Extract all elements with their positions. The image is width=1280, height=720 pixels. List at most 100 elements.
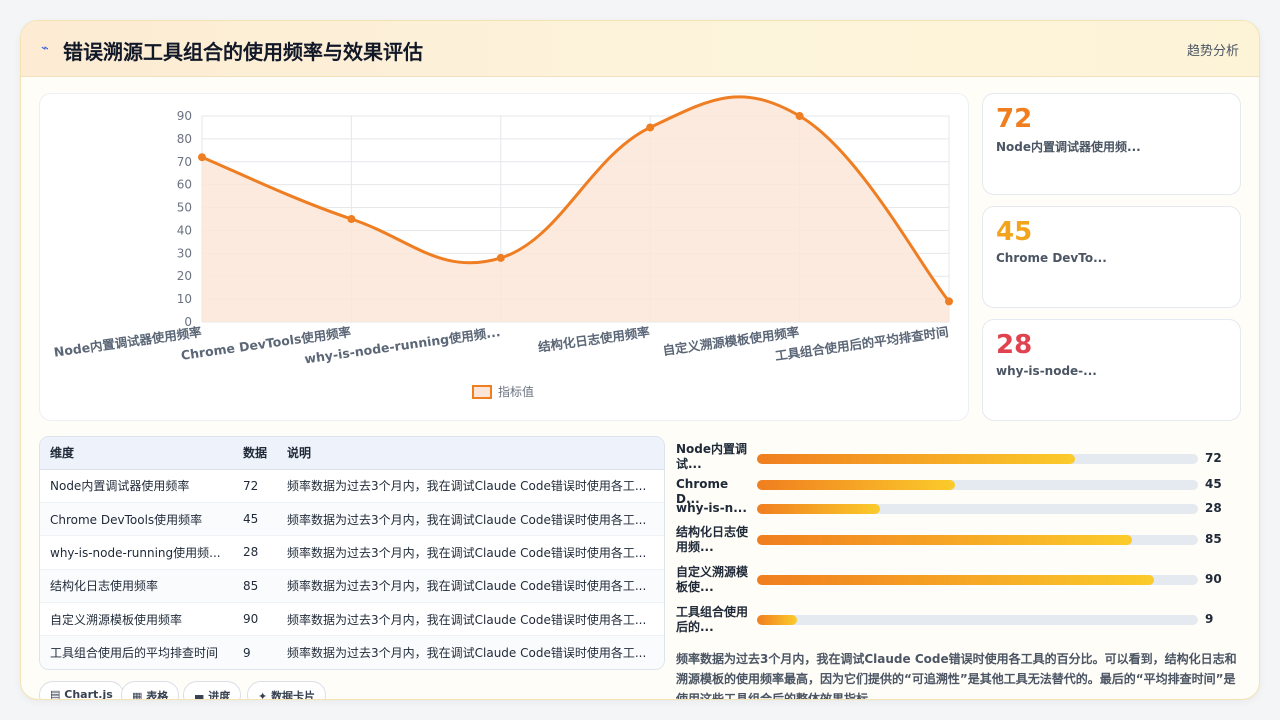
y-tick-label: 90 [177,109,192,123]
stat-value: 72 [996,104,1033,134]
tab-label: 数据卡片 [271,690,316,700]
table-cell: Chrome DevTools使用频率 [40,502,233,537]
data-point[interactable] [198,153,206,162]
tab-table[interactable]: ▦ 表格 [121,681,180,700]
y-tick-label: 20 [177,269,192,283]
progress-row: Node内置调试... 72 [676,442,1241,472]
table-row: why-is-node-running使用频... 28 频率数据为过去3个月内… [40,535,664,570]
data-table-card: 维度 数据 说明 Node内置调试器使用频率 72 频率数据为过去3个月内，我在… [39,436,665,670]
stat-label: Node内置调试器使用频... [996,140,1141,154]
sparkle-icon: ✦ [258,690,268,700]
progress-value: 45 [1205,477,1222,491]
tab-label: 表格 [146,690,169,700]
pulse-icon: ⌁ [41,41,49,56]
tab-label: 进度 [208,690,231,700]
progress-row: 结构化日志使用频... 85 [676,525,1241,555]
progress-fill [757,535,1132,545]
table-row: Chrome DevTools使用频率 45 频率数据为过去3个月内，我在调试C… [40,502,664,537]
tab-label: Chart.js [64,688,113,700]
progress-value: 72 [1205,451,1222,465]
progress-value: 28 [1205,501,1222,515]
data-point[interactable] [646,123,655,132]
table-row: Node内置调试器使用频率 72 频率数据为过去3个月内，我在调试Claude … [40,469,664,503]
data-table: 维度 数据 说明 Node内置调试器使用频率 72 频率数据为过去3个月内，我在… [40,437,664,669]
data-point[interactable] [795,112,804,120]
table-cell: 频率数据为过去3个月内，我在调试Claude Code错误时使用各工... [277,469,664,503]
table-cell: 结构化日志使用频率 [40,569,233,604]
page-title: 错误溯源工具组合的使用频率与效果评估 [63,40,423,64]
table-cell: why-is-node-running使用频... [40,535,233,570]
trend-analysis-link[interactable]: 趋势分析 [1187,40,1239,59]
description-text: 频率数据为过去3个月内，我在调试Claude Code错误时使用各工具的百分比。… [676,652,1237,700]
stat-label: why-is-node-... [996,364,1097,378]
series-area [202,96,949,322]
table-cell: 72 [233,469,277,503]
progress-track [757,615,1198,625]
table-cell: 频率数据为过去3个月内，我在调试Claude Code错误时使用各工... [277,602,664,637]
stat-card-2: 45 Chrome DevTo... [982,206,1241,308]
progress-label: 自定义溯源模板使... [676,565,749,594]
x-tick-label: 工具组合使用后的平均排查时间 [774,324,949,363]
tab-progress[interactable]: ▬ 进度 [183,681,242,700]
progress-label: Node内置调试... [676,442,748,471]
table-header-row: 维度 数据 说明 [40,437,664,470]
y-tick-label: 70 [177,155,192,169]
progress-row: 自定义溯源模板使... 90 [676,565,1241,595]
legend-label[interactable]: 指标值 [498,384,534,399]
progress-label: why-is-n... [676,501,747,515]
data-point[interactable] [945,297,953,306]
y-tick-label: 50 [177,201,192,215]
table-cell: 90 [233,602,277,637]
legend-swatch[interactable] [472,385,492,399]
column-header-dimension[interactable]: 维度 [40,437,233,470]
dashboard-panel: ⌁ 错误溯源工具组合的使用频率与效果评估 趋势分析 0 10 20 30 40 50 60 7… [20,20,1260,700]
progress-track [757,504,1198,514]
progress-track [757,480,1198,490]
table-cell: Node内置调试器使用频率 [40,469,233,503]
table-cell: 频率数据为过去3个月内，我在调试Claude Code错误时使用各工... [277,635,664,669]
stat-card-3: 28 why-is-node-... [982,319,1241,421]
progress-label: 工具组合使用后的... [676,605,749,634]
y-tick-label: 30 [177,246,192,260]
y-tick-label: 80 [177,132,192,146]
progress-icon: ▬ [194,690,205,700]
table-cell: 自定义溯源模板使用频率 [40,602,233,637]
stat-label: Chrome DevTo... [996,251,1107,265]
table-cell: 频率数据为过去3个月内，我在调试Claude Code错误时使用各工... [277,502,664,537]
table-row: 工具组合使用后的平均排查时间 9 频率数据为过去3个月内，我在调试Claude … [40,635,664,669]
progress-value: 9 [1205,612,1214,626]
progress-value: 85 [1205,532,1222,546]
progress-row: 工具组合使用后的... 9 [676,605,1241,635]
stat-value: 28 [996,330,1033,360]
table-cell: 9 [233,635,277,669]
progress-label: 结构化日志使用频... [676,525,749,554]
tab-data-cards[interactable]: ✦ 数据卡片 [247,681,327,700]
progress-fill [757,480,956,490]
progress-track [757,575,1198,585]
data-point[interactable] [496,253,505,262]
table-row: 结构化日志使用频率 85 频率数据为过去3个月内，我在调试Claude Code… [40,569,664,604]
table-cell: 频率数据为过去3个月内，我在调试Claude Code错误时使用各工... [277,535,664,570]
progress-track [757,535,1198,545]
progress-value: 90 [1205,572,1222,586]
progress-track [757,454,1198,464]
stat-value: 45 [996,217,1033,247]
progress-row: Chrome D... 45 [676,477,1241,506]
table-cell: 工具组合使用后的平均排查时间 [40,635,233,669]
area-chart: 0102030405060708090Node内置调试器使用频率Chrome D… [53,95,953,399]
table-cell: 28 [233,535,277,570]
chart-card: 0 10 20 30 40 50 60 70 80 90 Node内置调试器使用频率 Chrome D… [39,93,969,421]
progress-row: why-is-n... 28 [676,501,1241,517]
x-tick-label: 结构化日志使用频率 [537,324,651,355]
stat-card-1: 72 Node内置调试器使用频... [982,93,1241,195]
table-cell: 45 [233,502,277,537]
tab-chartjs[interactable]: ▤ Chart.js [39,681,124,700]
data-point[interactable] [347,215,356,223]
y-tick-label: 10 [177,292,192,306]
header: ⌁ 错误溯源工具组合的使用频率与效果评估 趋势分析 [21,21,1259,77]
progress-fill [757,504,881,514]
column-header-data[interactable]: 数据 [233,437,277,470]
bar-chart-icon: ▤ [50,688,61,700]
column-header-description[interactable]: 说明 [277,437,664,470]
table-cell: 频率数据为过去3个月内，我在调试Claude Code错误时使用各工... [277,569,664,604]
